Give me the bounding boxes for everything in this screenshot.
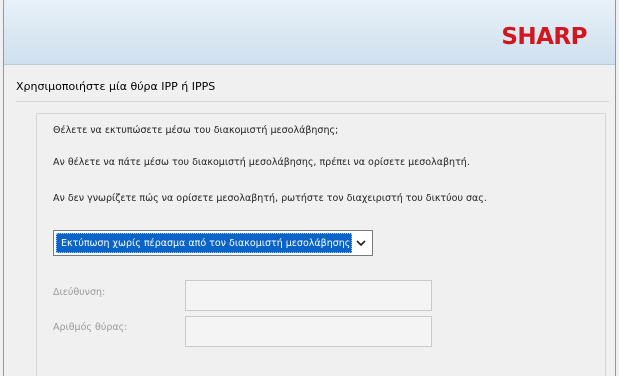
chevron-down-icon[interactable]: [353, 234, 369, 252]
port-label: Αριθμός θύρας:: [53, 322, 128, 333]
page-title: Χρησιμοποιήστε μία θύρα IPP ή IPPS: [16, 80, 216, 93]
proxy-info-text: Αν θέλετε να πάτε μέσω του διακομιστή με…: [53, 157, 470, 168]
proxy-help-text: Αν δεν γνωρίζετε πώς να ορίσετε μεσολαβη…: [53, 193, 487, 204]
port-input[interactable]: [185, 316, 432, 347]
proxy-question-text: Θέλετε να εκτυπώσετε μέσω του διακομιστή…: [53, 125, 339, 136]
proxy-mode-select[interactable]: Εκτύπωση χωρίς πέρασμα από τον διακομιστ…: [53, 230, 373, 256]
address-label: Διεύθυνση:: [53, 287, 106, 298]
proxy-mode-selected-value: Εκτύπωση χωρίς πέρασμα από τον διακομιστ…: [56, 233, 352, 253]
title-divider: [16, 101, 609, 102]
address-input[interactable]: [185, 280, 432, 311]
header-banner: SHARP: [4, 0, 615, 65]
sharp-logo: SHARP: [501, 24, 587, 50]
